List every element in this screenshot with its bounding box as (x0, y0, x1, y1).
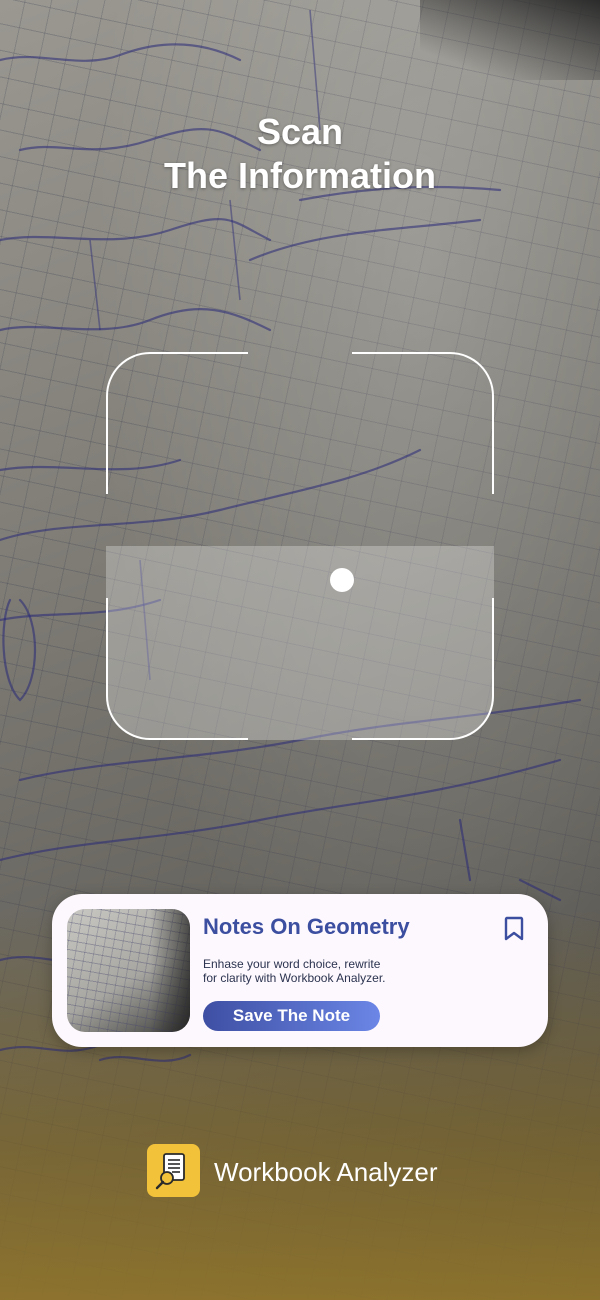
note-card[interactable]: Notes On Geometry Enhase your word choic… (52, 894, 548, 1047)
scanner-corner-bottom-left (106, 598, 248, 740)
scan-title: Scan The Information (0, 110, 600, 198)
scanner-corner-bottom-right (352, 598, 494, 740)
note-description-line2: for clarity with Workbook Analyzer. (203, 971, 386, 985)
note-title: Notes On Geometry (203, 914, 410, 939)
app-brand: Workbook Analyzer (0, 1144, 600, 1198)
scan-title-line2: The Information (164, 155, 436, 196)
app-logo (147, 1144, 200, 1197)
bookmark-icon[interactable] (502, 916, 526, 942)
note-description: Enhase your word choice, rewrite for cla… (203, 957, 433, 985)
scanner-corner-top-right (352, 352, 494, 494)
scan-title-line1: Scan (256, 111, 344, 152)
scanner-frame[interactable] (106, 352, 494, 740)
scanner-corner-top-left (106, 352, 248, 494)
scan-focus-dot[interactable] (330, 568, 354, 592)
app-name: Workbook Analyzer (214, 1157, 438, 1187)
note-thumbnail (67, 909, 190, 1032)
note-description-line1: Enhase your word choice, rewrite (203, 957, 381, 971)
document-search-icon (155, 1153, 185, 1190)
save-note-button[interactable]: Save The Note (203, 1001, 380, 1031)
